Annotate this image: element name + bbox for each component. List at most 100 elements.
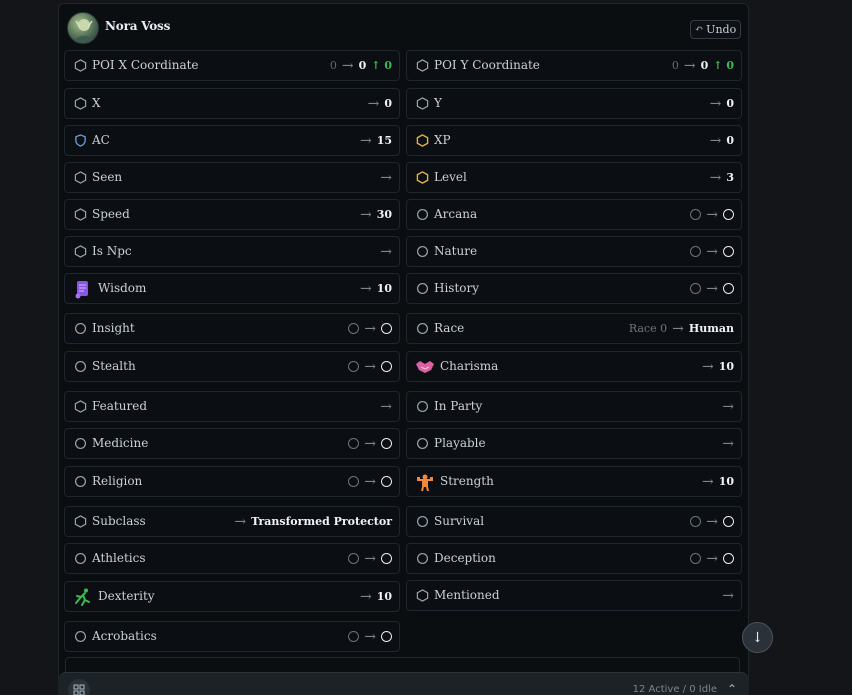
row-value: → [348,429,392,458]
hexagon-icon [416,97,429,110]
new-value: 0 [726,134,734,147]
scroll-icon [73,279,93,299]
table-row[interactable]: Wisdom → 10 [64,273,400,304]
new-value-circle [381,631,392,642]
arrow-right-icon: → [709,95,722,112]
scroll-down-button[interactable]: ↓ [742,622,773,653]
row-label: Is Npc [92,244,132,258]
table-row[interactable]: Arcana → [406,199,742,230]
table-row[interactable]: Athletics → [64,543,400,574]
table-row[interactable]: Acrobatics → [64,621,400,652]
old-value-circle [690,516,702,527]
old-value-circle [690,209,702,220]
row-value: → [690,274,734,303]
new-value-circle [381,476,392,487]
new-value: 0 [358,59,367,72]
old-value-circle [690,283,702,294]
new-value: 30 [376,208,392,221]
arrow-right-icon: → [380,243,392,260]
table-row[interactable]: Is Npc → [64,236,400,267]
table-row[interactable]: Insight → [64,313,400,344]
row-label: Acrobatics [92,629,157,643]
circle-icon [416,245,429,258]
table-row[interactable]: Featured → [64,391,400,422]
row-label: Featured [92,399,147,413]
table-row[interactable]: Strength → 10 [406,466,742,497]
apps-icon[interactable] [68,679,90,695]
table-row[interactable]: Deception → [406,543,742,574]
table-row[interactable]: POI Y Coordinate 0 → 0 ↑ 0 [406,50,742,81]
row-value: → 0 [368,89,392,118]
circle-icon [416,400,429,413]
table-row[interactable]: Medicine → [64,428,400,459]
table-row[interactable]: Y → 0 [406,88,742,119]
character-name: Nora Voss [105,19,171,33]
new-value: 0 [700,59,709,72]
table-row[interactable]: Playable → [406,428,742,459]
row-label: Mentioned [434,588,500,602]
table-row[interactable]: Dexterity → 10 [64,581,400,612]
row-label: Race [434,321,465,335]
old-value-circle [690,246,702,257]
table-row[interactable]: Religion → [64,466,400,497]
row-value: → [690,200,734,229]
row-value: → 30 [360,200,392,229]
table-row[interactable]: Stealth → [64,351,400,382]
old-value-circle [348,553,360,564]
chevron-up-icon[interactable]: ⌃ [727,682,737,695]
table-row[interactable]: X → 0 [64,88,400,119]
arrow-right-icon: → [364,358,376,375]
row-value: → 10 [360,274,392,303]
new-value-circle [723,246,734,257]
row-label: Stealth [92,359,136,373]
arrow-right-icon: → [683,57,696,74]
arrow-right-icon: → [367,95,380,112]
table-row[interactable]: POI X Coordinate 0 → 0 ↑ 0 [64,50,400,81]
table-row[interactable]: Race Race 0 → Human [406,313,742,344]
arrow-right-icon: → [706,206,718,223]
row-label: POI Y Coordinate [434,58,540,72]
row-value: → 10 [702,352,734,381]
panel-header: Nora Voss ↶ Undo [59,4,748,48]
row-value: → 0 [710,89,734,118]
row-value: → 0 [710,126,734,155]
row-label: Dexterity [98,589,155,603]
undo-button[interactable]: ↶ Undo [690,20,741,39]
row-value: → [348,314,392,343]
row-value: 0 → 0 ↑ 0 [330,51,392,80]
table-row[interactable]: Speed → 30 [64,199,400,230]
table-row[interactable]: Subclass → Transformed Protector [64,506,400,537]
circle-icon [74,322,87,335]
circle-icon [416,437,429,450]
hexagon-icon [74,400,87,413]
row-label: History [434,281,480,295]
avatar[interactable] [67,12,99,44]
circle-icon [74,630,87,643]
table-row[interactable]: XP → 0 [406,125,742,156]
row-value: → [722,581,734,610]
table-row[interactable]: In Party → [406,391,742,422]
arrow-right-icon: → [701,473,714,490]
row-value: → [380,392,392,421]
table-row[interactable]: Mentioned → [406,580,742,611]
new-value: 0 [726,97,734,110]
table-row[interactable]: Charisma → 10 [406,351,742,382]
table-row[interactable]: AC → 15 [64,125,400,156]
table-row[interactable]: Nature → [406,236,742,267]
row-label: Y [434,96,442,110]
undo-icon: ↶ [694,24,704,35]
new-value: 3 [726,171,734,184]
table-row[interactable]: History → [406,273,742,304]
arrow-right-icon: → [672,320,684,337]
new-value: Transformed Protector [251,515,392,528]
hexagon-icon [416,59,429,72]
table-row[interactable]: Level → 3 [406,162,742,193]
old-value: 0 [329,59,337,72]
old-value-circle [348,476,360,487]
table-row[interactable]: Seen → [64,162,400,193]
table-row[interactable]: Survival → [406,506,742,537]
row-label: XP [434,133,451,147]
delta-value: ↑ 0 [713,59,734,72]
new-value-circle [381,361,392,372]
arrow-right-icon: → [722,435,734,452]
